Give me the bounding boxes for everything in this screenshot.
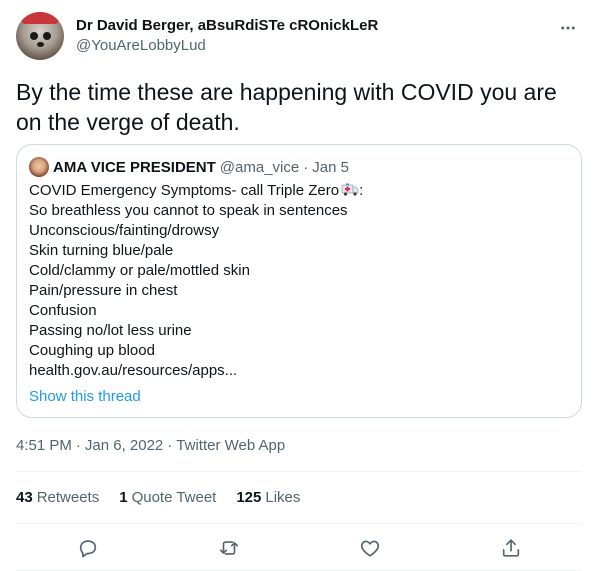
author-avatar[interactable] [16,12,64,60]
tweet-text: By the time these are happening with COV… [16,79,557,135]
separator-dot: · [167,437,173,454]
quoted-author-handle: @ama_vice [219,158,300,176]
more-horizontal-icon [561,26,575,30]
more-options-button[interactable] [554,14,582,42]
tweet-stats: 43 Retweets 1 Quote Tweet 125 Likes [16,488,320,508]
quoted-line: Confusion [29,302,97,319]
tweet-meta: 4:51 PM · Jan 6, 2022 · Twitter Web App [16,436,285,456]
retweets-stat[interactable]: 43 Retweets [16,488,99,508]
retweets-count: 43 [16,489,33,506]
share-button[interactable] [497,534,525,562]
separator-dot: · [303,158,309,176]
quoted-line: So breathless you cannot to speak in sen… [29,202,348,219]
share-icon [502,539,520,557]
separator-dot: · [75,437,81,454]
tweet-header: Dr David Berger, aBsuRdiSTe cROnickLeR @… [16,12,582,62]
heart-icon [360,540,380,557]
quoted-author-avatar [29,157,49,177]
quoted-line: Skin turning blue/pale [29,242,174,259]
author-display-name[interactable]: Dr David Berger, aBsuRdiSTe cROnickLeR [76,16,378,36]
quoted-tweet[interactable]: AMA VICE PRESIDENT @ama_vice · Jan 5 COV… [16,144,582,418]
quote-tweets-count: 1 [119,489,128,506]
quoted-line: COVID Emergency Symptoms- call Triple Ze… [29,182,364,199]
likes-label: Likes [265,489,301,506]
tweet-actions [16,534,582,562]
tweet-source[interactable]: Twitter Web App [176,437,285,454]
ambulance-icon [341,183,359,196]
like-button[interactable] [356,534,384,562]
author-names: Dr David Berger, aBsuRdiSTe cROnickLeR @… [76,16,378,56]
divider [16,471,582,472]
retweet-icon [219,541,239,555]
quoted-author-name: AMA VICE PRESIDENT [53,158,216,176]
quoted-line: Passing no/lot less urine [29,322,192,339]
quoted-tweet-header: AMA VICE PRESIDENT @ama_vice · Jan 5 [29,157,569,177]
quoted-line: Cold/clammy or pale/mottled skin [29,262,250,279]
quoted-line: Unconscious/fainting/drowsy [29,222,220,239]
quote-tweets-stat[interactable]: 1 Quote Tweet [119,488,216,508]
retweet-button[interactable] [215,534,243,562]
quoted-line: Coughing up blood [29,342,155,359]
quoted-tweet-date: Jan 5 [312,158,349,176]
quoted-line: Pain/pressure in chest [29,282,178,299]
reply-button[interactable] [74,534,102,562]
likes-stat[interactable]: 125 Likes [236,488,300,508]
author-handle[interactable]: @YouAreLobbyLud [76,36,378,56]
quoted-link: health.gov.au/resources/apps... [29,362,238,379]
quoted-tweet-body: COVID Emergency Symptoms- call Triple Ze… [29,181,569,381]
tweet-date[interactable]: Jan 6, 2022 [85,437,163,454]
likes-count: 125 [236,489,262,506]
show-thread-link[interactable]: Show this thread [29,387,141,407]
quote-tweets-label: Quote Tweet [131,489,217,506]
divider [16,523,582,524]
retweets-label: Retweets [36,489,100,506]
reply-icon [79,540,97,558]
tweet-time[interactable]: 4:51 PM [16,437,72,454]
